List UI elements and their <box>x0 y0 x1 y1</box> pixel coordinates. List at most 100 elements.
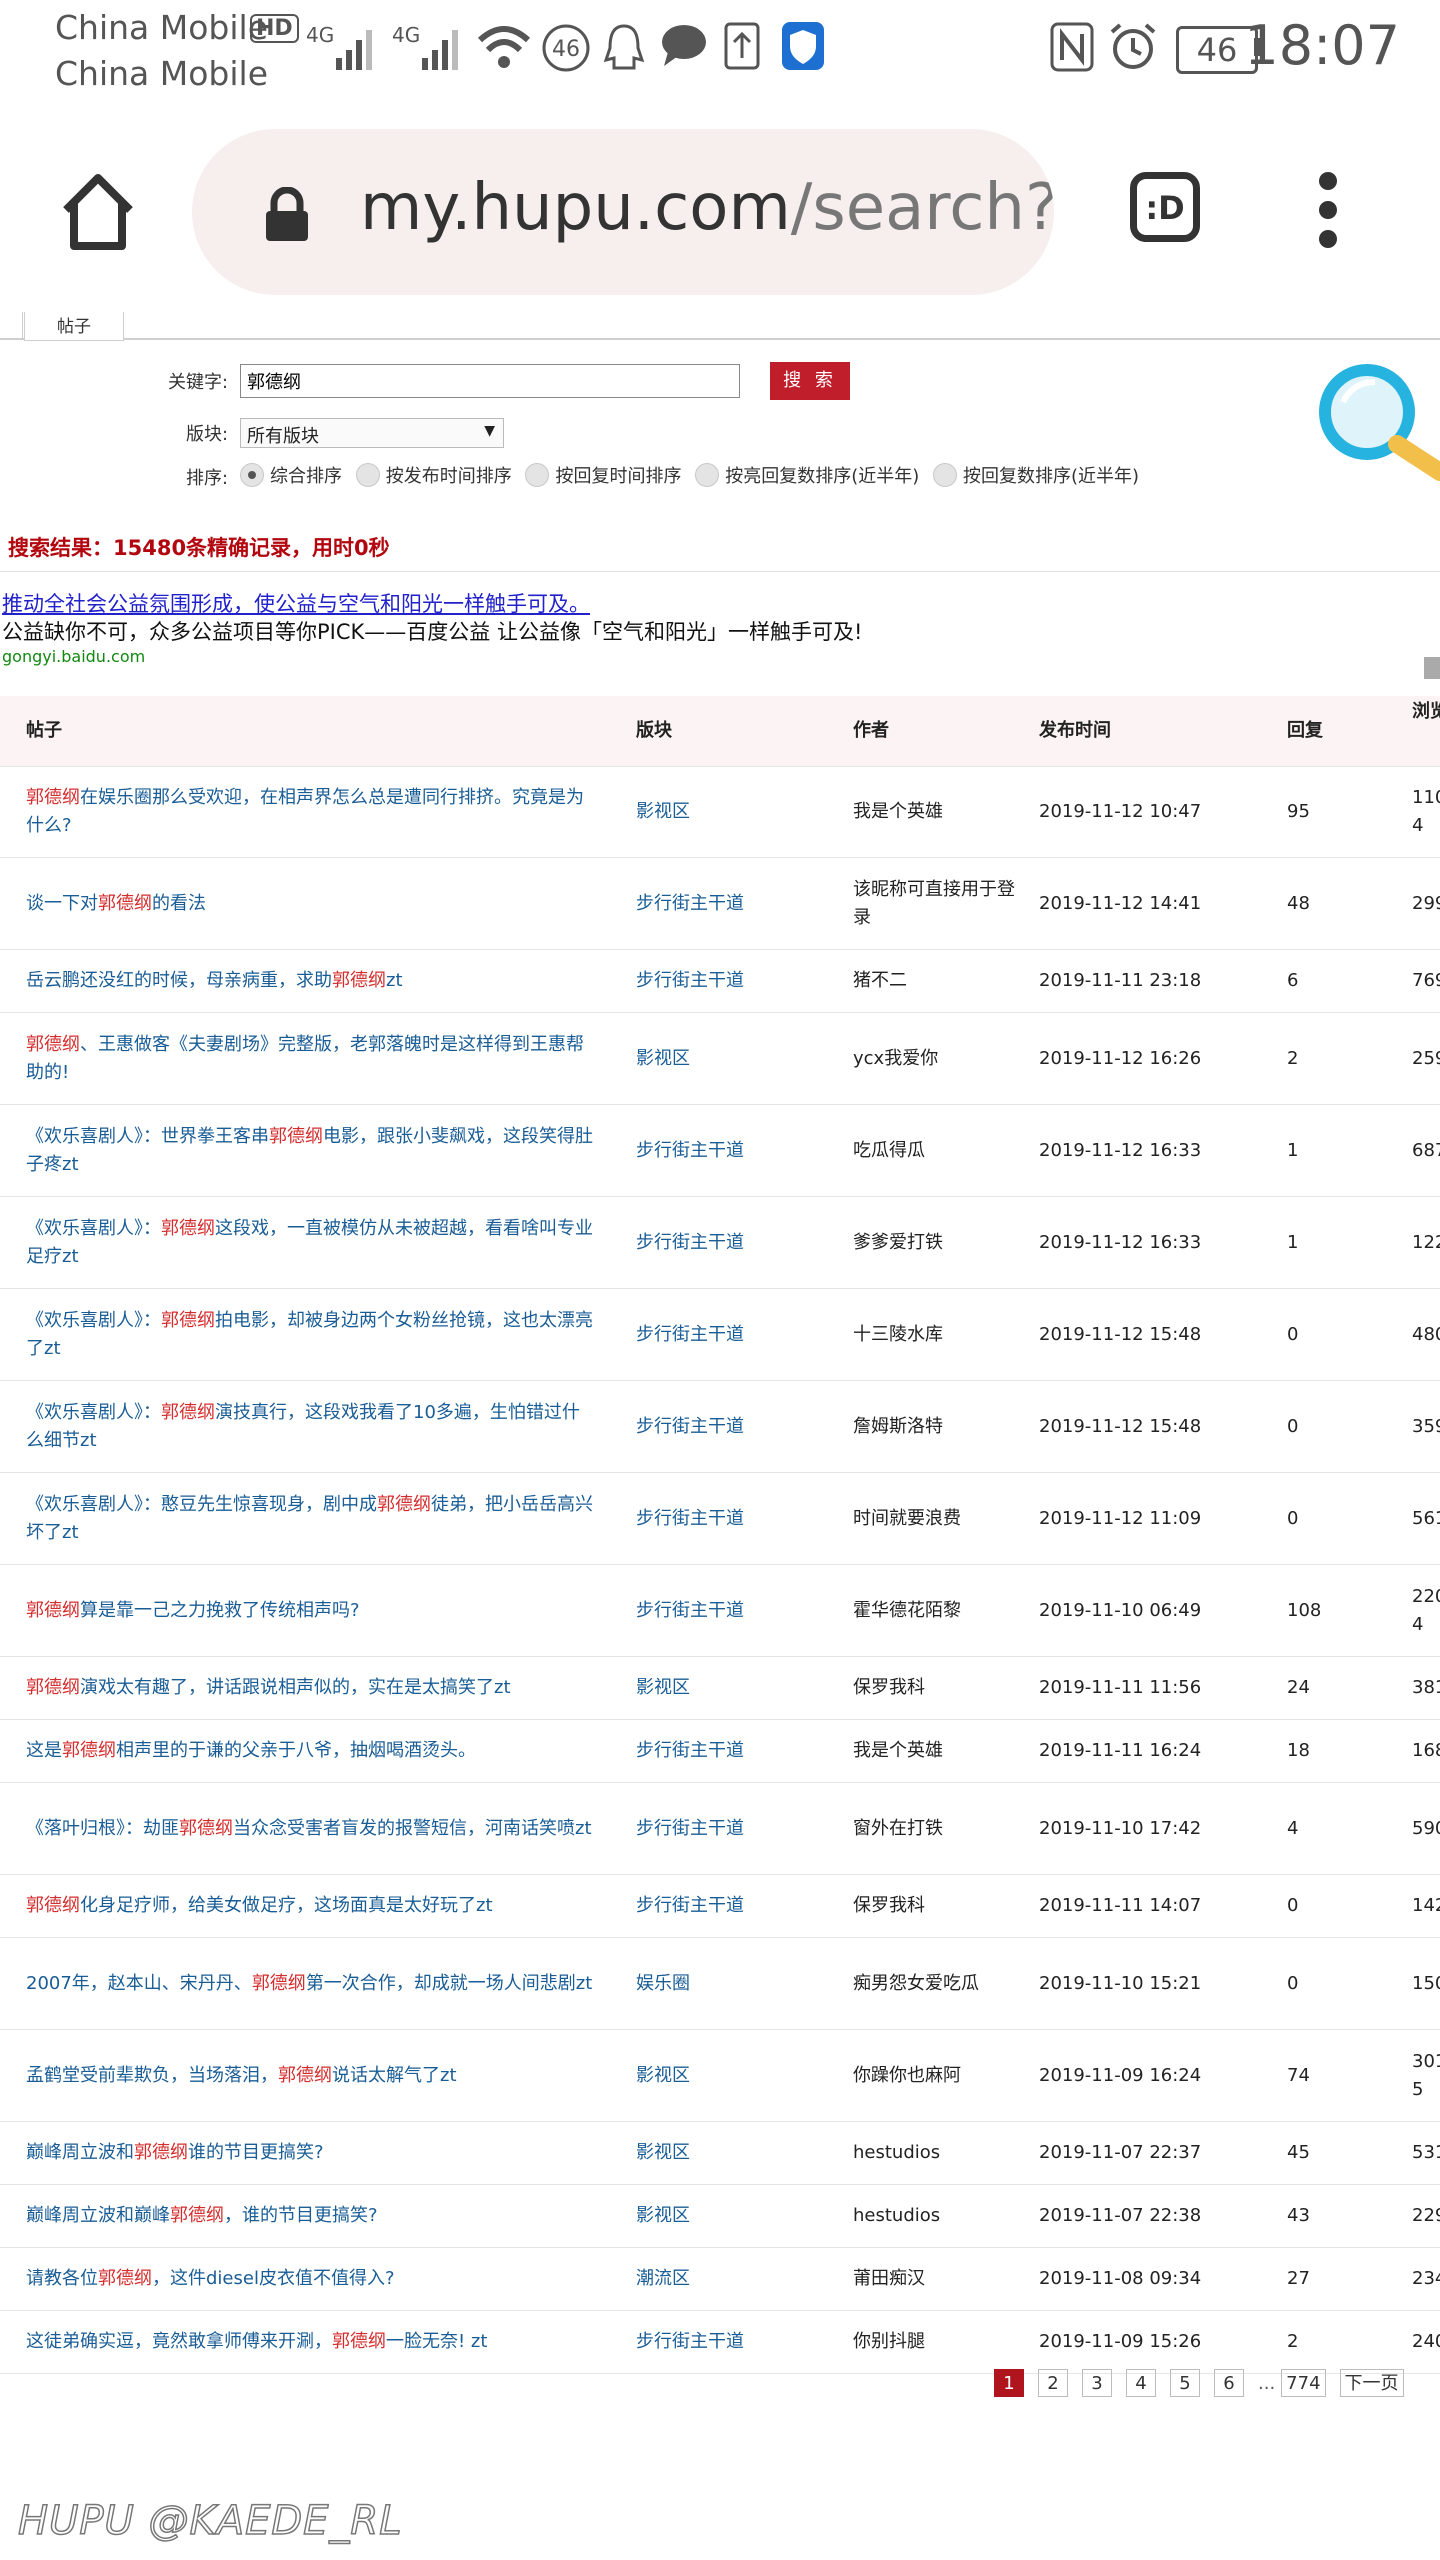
search-button[interactable]: 搜 索 <box>770 362 850 400</box>
page-button[interactable]: 5 <box>1170 2369 1200 2397</box>
title-text: 说话太解气了zt <box>332 2064 457 2086</box>
post-title-link[interactable]: 郭德纲演戏太有趣了，讲话跟说相声似的，实在是太搞笑了zt <box>26 1674 596 1702</box>
title-text: 、王惠做客《夫妻剧场》完整版，老郭落魄时是这样得到王惠帮助的! <box>26 1033 584 1083</box>
title-text: 谁的节目更搞笑? <box>188 2142 324 2163</box>
post-title-link[interactable]: 《欢乐喜剧人》：郭德纲这段戏，一直被模仿从未被超越，看看啥叫专业足疗zt <box>26 1215 596 1271</box>
board-link[interactable]: 步行街主干道 <box>636 1597 744 1625</box>
tab-posts[interactable]: 帖子 <box>24 312 124 341</box>
home-icon[interactable] <box>56 170 140 254</box>
next-page-button[interactable]: 下一页 <box>1339 2369 1404 2397</box>
board-link[interactable]: 步行街主干道 <box>636 1505 744 1533</box>
post-title-link[interactable]: 《欢乐喜剧人》：世界拳王客串郭德纲电影，跟张小斐飙戏，这段笑得肚子疼zt <box>26 1123 596 1179</box>
board-link[interactable]: 步行街主干道 <box>636 1137 744 1165</box>
view-count: 122 <box>1412 1231 1440 1253</box>
table-row: 《欢乐喜剧人》：憨豆先生惊喜现身，剧中成郭德纲徒弟，把小岳岳高兴坏了zt 步行街主… <box>0 1473 1440 1565</box>
table-row: 《欢乐喜剧人》：郭德纲演技真行，这段戏我看了10多遍，生怕错过什么细节zt 步行街… <box>0 1381 1440 1473</box>
post-title-link[interactable]: 巅峰周立波和郭德纲谁的节目更搞笑? <box>26 2139 596 2167</box>
table-row: 郭德纲、王惠做客《夫妻剧场》完整版，老郭落魄时是这样得到王惠帮助的! 影视区 ycx… <box>0 1013 1440 1105</box>
ad-link[interactable]: 推动全社会公益氛围形成，使公益与空气和阳光一样触手可及。 <box>2 588 590 618</box>
sort-radio-reply-time[interactable] <box>525 463 550 487</box>
post-title-link[interactable]: 这徒弟确实逗，竟然敢拿师傅来开涮，郭德纲一脸无奈! zt <box>26 2328 596 2356</box>
more-menu-icon[interactable] <box>1316 172 1340 248</box>
sort-radio-post-time[interactable] <box>355 463 380 487</box>
keyword-highlight: 郭德纲 <box>161 1217 215 1239</box>
post-title-link[interactable]: 郭德纲化身足疗师，给美女做足疗，这场面真是太好玩了zt <box>26 1892 596 1920</box>
view-count: 299 <box>1412 892 1440 914</box>
page-button[interactable]: 6 <box>1214 2369 1244 2397</box>
title-text: 《欢乐喜剧人》： <box>26 1401 161 1423</box>
board-link[interactable]: 步行街主干道 <box>636 1815 744 1843</box>
author-name: 詹姆斯洛特 <box>853 1415 943 1437</box>
page-button[interactable]: 4 <box>1126 2369 1156 2397</box>
shield-icon <box>782 22 824 70</box>
author-name: 猪不二 <box>853 970 907 991</box>
board-link[interactable]: 步行街主干道 <box>636 2328 744 2356</box>
board-link[interactable]: 影视区 <box>636 1674 690 1702</box>
post-title-link[interactable]: 《落叶归根》：劫匪郭德纲当众念受害者盲发的报警短信，河南话笑喷zt <box>26 1815 596 1843</box>
board-link[interactable]: 潮流区 <box>636 2265 690 2293</box>
post-title-link[interactable]: 谈一下对郭德纲的看法 <box>26 890 596 918</box>
author-name: 时间就要浪费 <box>853 1507 961 1529</box>
view-count: 168 <box>1412 1740 1440 1761</box>
divider <box>0 571 1440 572</box>
post-title-link[interactable]: 岳云鹏还没红的时候，母亲病重，求助郭德纲zt <box>26 967 596 995</box>
post-title-link[interactable]: 巅峰周立波和巅峰郭德纲，谁的节目更搞笑? <box>26 2202 596 2230</box>
board-link[interactable]: 步行街主干道 <box>636 1737 744 1765</box>
reply-count: 0 <box>1287 1415 1299 1437</box>
post-title-link[interactable]: 2007年，赵本山、宋丹丹、郭德纲第一次合作，却成就一场人间悲剧zt <box>26 1970 596 1998</box>
board-link[interactable]: 影视区 <box>636 798 690 826</box>
board-select[interactable]: 所有版块 ▼ <box>240 418 504 448</box>
clock: 18:07 <box>1244 14 1400 77</box>
post-title-link[interactable]: 郭德纲在娱乐圈那么受欢迎，在相声界怎么总是遭同行排挤。究竟是为什么? <box>26 784 596 840</box>
author-name: 你别抖腿 <box>853 2331 925 2352</box>
title-text: 化身足疗师，给美女做足疗，这场面真是太好玩了zt <box>80 1895 493 1916</box>
title-text: 这徒弟确实逗，竟然敢拿师傅来开涮， <box>26 2331 332 2352</box>
post-title-link[interactable]: 郭德纲算是靠一己之力挽救了传统相声吗? <box>26 1597 596 1625</box>
board-link[interactable]: 娱乐圈 <box>636 1970 690 1998</box>
board-link[interactable]: 影视区 <box>636 2202 690 2230</box>
view-count: 480 <box>1412 1323 1440 1345</box>
title-text: 当众念受害者盲发的报警短信，河南话笑喷zt <box>233 1817 592 1839</box>
post-title-link[interactable]: 《欢乐喜剧人》：郭德纲拍电影，却被身边两个女粉丝抢镜，这也太漂亮了zt <box>26 1307 596 1363</box>
board-label: 版块: <box>186 424 229 445</box>
sort-radio-reply-count[interactable] <box>932 463 957 487</box>
post-title-link[interactable]: 请教各位郭德纲，这件diesel皮衣值不值得入? <box>26 2265 596 2293</box>
keyword-highlight: 郭德纲 <box>332 2331 386 2352</box>
post-title-link[interactable]: 这是郭德纲相声里的于谦的父亲于八爷，抽烟喝酒烫头。 <box>26 1737 596 1765</box>
board-link[interactable]: 步行街主干道 <box>636 1321 744 1349</box>
table-row: 郭德纲算是靠一己之力挽救了传统相声吗? 步行街主干道 霍华德花陌黎 2019-11-1… <box>0 1565 1440 1657</box>
board-link[interactable]: 步行街主干道 <box>636 890 744 918</box>
board-link[interactable]: 影视区 <box>636 2139 690 2167</box>
post-time: 2019-11-12 16:33 <box>1039 1139 1202 1161</box>
post-title-link[interactable]: 郭德纲、王惠做客《夫妻剧场》完整版，老郭落魄时是这样得到王惠帮助的! <box>26 1031 596 1087</box>
page-button[interactable]: 3 <box>1082 2369 1112 2397</box>
board-link[interactable]: 步行街主干道 <box>636 1892 744 1920</box>
keyword-highlight: 郭德纲 <box>161 1309 215 1331</box>
view-count: 259 <box>1412 1047 1440 1069</box>
board-link[interactable]: 步行街主干道 <box>636 1229 744 1257</box>
view-count: 2204 <box>1412 1585 1440 1635</box>
board-link[interactable]: 步行街主干道 <box>636 1413 744 1441</box>
board-link[interactable]: 步行街主干道 <box>636 967 744 995</box>
keyword-input[interactable] <box>240 364 740 398</box>
page-button[interactable]: 2 <box>1038 2369 1068 2397</box>
post-title-link[interactable]: 孟鹤堂受前辈欺负，当场落泪，郭德纲说话太解气了zt <box>26 2062 596 2090</box>
author-name: 保罗我科 <box>853 1677 925 1698</box>
page-button-last[interactable]: 774 <box>1281 2369 1326 2397</box>
result-summary: 搜索结果：15480条精确记录，用时0秒 <box>8 536 390 560</box>
post-title-link[interactable]: 《欢乐喜剧人》：郭德纲演技真行，这段戏我看了10多遍，生怕错过什么细节zt <box>26 1399 596 1455</box>
board-link[interactable]: 影视区 <box>636 2062 690 2090</box>
table-row: 请教各位郭德纲，这件diesel皮衣值不值得入? 潮流区 莆田痴汉 2019-11-0… <box>0 2248 1440 2311</box>
keyword-highlight: 郭德纲 <box>26 1033 80 1055</box>
post-time: 2019-11-11 11:56 <box>1039 1677 1202 1698</box>
address-bar[interactable]: my.hupu.com/search?c <box>192 129 1054 295</box>
board-link[interactable]: 影视区 <box>636 1045 690 1073</box>
sort-radio-overall[interactable] <box>240 463 264 487</box>
view-count: 240 <box>1412 2331 1440 2352</box>
page-button[interactable]: 1 <box>994 2369 1024 2397</box>
tab-switcher-button[interactable]: :D <box>1130 172 1200 242</box>
keyword-highlight: 郭德纲 <box>179 1817 233 1839</box>
ad-domain[interactable]: gongyi.baidu.com <box>2 647 145 666</box>
sort-radio-light-replies[interactable] <box>695 463 720 487</box>
post-title-link[interactable]: 《欢乐喜剧人》：憨豆先生惊喜现身，剧中成郭德纲徒弟，把小岳岳高兴坏了zt <box>26 1491 596 1547</box>
